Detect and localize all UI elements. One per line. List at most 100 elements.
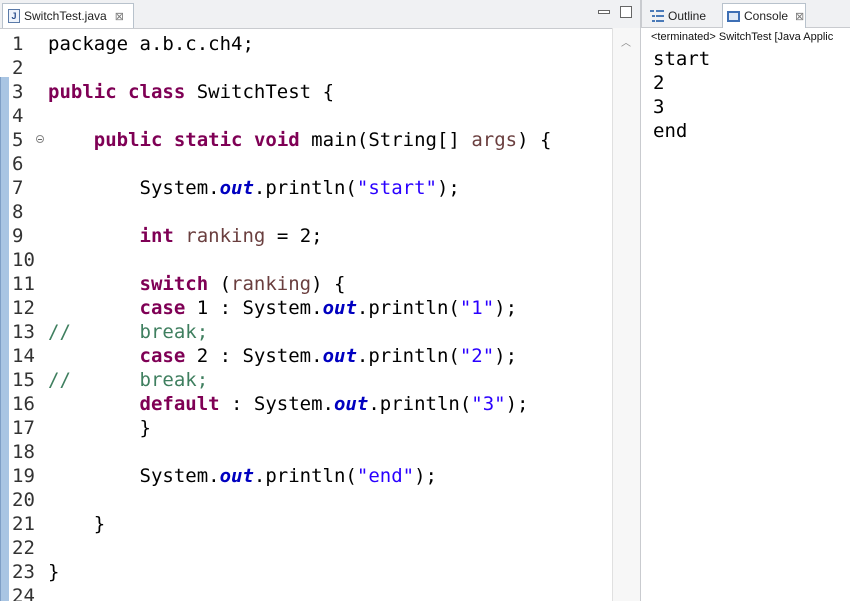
code-editor[interactable]: J SwitchTest.java ⊠ 1 package a.b.c.ch4; 2…	[0, 0, 641, 601]
code-line[interactable]: 8	[0, 200, 612, 224]
line-number: 22	[12, 537, 35, 559]
code-token: .println(	[368, 393, 472, 415]
code-line[interactable]: 5 public static void main(String[] args)…	[0, 128, 612, 152]
code-token: .println(	[253, 177, 357, 199]
code-line[interactable]: 15 // break;	[0, 368, 612, 392]
console-output-line: 2	[653, 72, 665, 94]
code-text: System.out.println("end");	[48, 464, 437, 488]
maximize-button[interactable]	[620, 6, 632, 18]
code-token: default	[139, 393, 220, 415]
code-token: "1"	[459, 297, 495, 319]
code-token: main(String[]	[299, 129, 472, 151]
line-number: 4	[12, 105, 24, 127]
code-line[interactable]: 6	[0, 152, 612, 176]
close-icon[interactable]: ⊠	[795, 10, 804, 23]
tab-outline-label: Outline	[668, 8, 707, 23]
line-number: 8	[12, 201, 24, 223]
code-line[interactable]: 4	[0, 104, 612, 128]
code-text: }	[48, 512, 105, 536]
code-line[interactable]: 12 case 1 : System.out.println("1");	[0, 296, 612, 320]
scroll-up-icon[interactable]: ︿	[621, 34, 631, 49]
code-token: );	[436, 177, 460, 199]
code-token: SwitchTest {	[185, 81, 335, 103]
code-token: out	[322, 297, 357, 319]
line-number: 7	[12, 177, 24, 199]
tab-outline[interactable]: Outline	[650, 3, 706, 28]
code-token: .println(	[253, 465, 357, 487]
outline-icon	[650, 9, 664, 22]
code-token: switch	[139, 273, 209, 295]
code-token: package a.b.c.ch4;	[48, 33, 254, 55]
code-token: (	[208, 273, 232, 295]
code-line[interactable]: 21 }	[0, 512, 612, 536]
code-line[interactable]: 7 System.out.println("start");	[0, 176, 612, 200]
tab-console-label: Console	[744, 9, 789, 23]
code-line[interactable]: 20	[0, 488, 612, 512]
code-line[interactable]: 13 // break;	[0, 320, 612, 344]
code-comment: // break;	[48, 321, 209, 343]
java-file-icon: J	[8, 9, 20, 23]
line-number: 23	[12, 561, 35, 583]
code-line[interactable]: 10	[0, 248, 612, 272]
code-token: int	[139, 225, 174, 247]
code-token: "2"	[459, 345, 495, 367]
code-line[interactable]: 3 public class SwitchTest {	[0, 80, 612, 104]
code-line[interactable]: 11 switch (ranking) {	[0, 272, 612, 296]
code-line[interactable]: 9 int ranking = 2;	[0, 224, 612, 248]
tab-switchtest-java[interactable]: J SwitchTest.java ⊠	[2, 3, 134, 28]
code-token: static	[173, 129, 243, 151]
code-line[interactable]: 2	[0, 56, 612, 80]
code-line[interactable]: 1 package a.b.c.ch4;	[0, 32, 612, 56]
console-view: Outline Console ⊠ <terminated> SwitchTes…	[641, 0, 850, 601]
code-token: ) {	[311, 273, 346, 295]
code-token: );	[414, 465, 437, 487]
code-token: ranking	[231, 273, 312, 295]
code-token: case	[139, 345, 186, 367]
code-line[interactable]: 18	[0, 440, 612, 464]
line-number: 6	[12, 153, 24, 175]
code-line[interactable]: 23}	[0, 560, 612, 584]
code-token: out	[333, 393, 369, 415]
code-token: "3"	[471, 393, 506, 415]
code-text: public class SwitchTest {	[48, 80, 334, 104]
line-number: 15	[12, 369, 35, 391]
code-token: );	[505, 393, 529, 415]
code-line[interactable]: 14 case 2 : System.out.println("2");	[0, 344, 612, 368]
code-line[interactable]: 16 default : System.out.println("3");	[0, 392, 612, 416]
line-number: 21	[12, 513, 35, 535]
code-line[interactable]: 19 System.out.println("end");	[0, 464, 612, 488]
vertical-scrollbar[interactable]: ︿	[612, 28, 640, 601]
code-token: System.	[48, 177, 220, 199]
code-token: : System.	[219, 393, 334, 415]
code-token: case	[139, 297, 186, 319]
line-number: 17	[12, 417, 35, 439]
code-token: .println(	[356, 297, 460, 319]
minimize-button[interactable]	[598, 10, 610, 14]
code-token: 2 : System.	[185, 345, 323, 367]
tab-console[interactable]: Console ⊠	[722, 3, 806, 28]
line-number: 9	[12, 225, 24, 247]
line-number: 19	[12, 465, 35, 487]
close-icon[interactable]: ⊠	[115, 10, 124, 23]
code-token: 1 : System.	[185, 297, 323, 319]
line-number: 20	[12, 489, 35, 511]
code-area[interactable]: 1 package a.b.c.ch4; 2 3 public class Switch…	[0, 32, 612, 601]
code-line[interactable]: 17 }	[0, 416, 612, 440]
code-line[interactable]: 22	[0, 536, 612, 560]
code-token: ) {	[517, 129, 552, 151]
code-token: out	[219, 177, 254, 199]
code-token: .println(	[356, 345, 460, 367]
code-text: }	[48, 560, 59, 584]
line-number: 2	[12, 57, 24, 79]
code-token: public	[48, 81, 117, 103]
collapse-icon[interactable]	[36, 135, 44, 143]
code-line[interactable]: 24	[0, 584, 612, 601]
code-text: System.out.println("start");	[48, 176, 460, 200]
